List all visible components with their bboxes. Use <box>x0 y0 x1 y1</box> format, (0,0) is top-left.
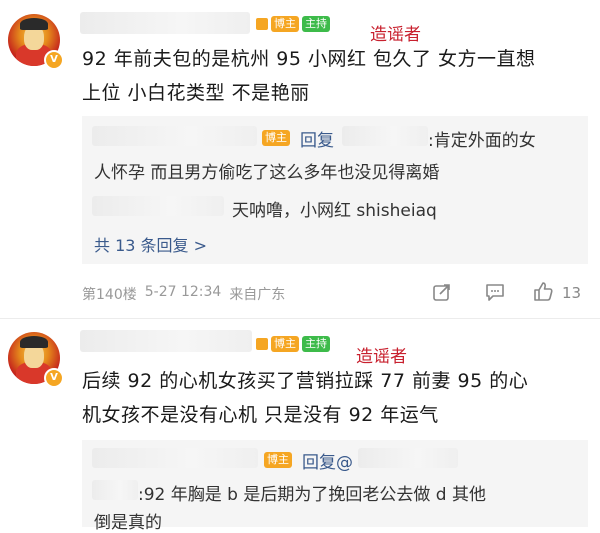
user-tags: 博主 主持 <box>256 16 330 32</box>
tag-zhuchi: 主持 <box>302 336 330 352</box>
comment-icon[interactable] <box>484 282 506 302</box>
user-tags: 博主 主持 <box>256 336 330 352</box>
thumbs-up-icon[interactable] <box>532 280 554 302</box>
comment-text-line: 机女孩不是没有心机 只是没有 92 年运气 <box>82 404 439 426</box>
verified-v-icon: V <box>44 50 64 70</box>
reply-username-redacted[interactable] <box>92 448 258 468</box>
reply-username-redacted[interactable] <box>92 196 224 216</box>
tag-bozhu: 博主 <box>271 16 299 32</box>
comment-meta: 第140楼 5-27 12:34 来自广东 <box>82 284 285 304</box>
comment-text-line: 92 年前夫包的是杭州 95 小网红 包久了 女方一直想 <box>82 48 536 70</box>
reply-keyword: 回复 <box>300 131 334 151</box>
reply-text: :92 年胸是 b 是后期为了挽回老公去做 d 其他 <box>138 485 486 505</box>
reply-text: 天呐噜，小网红 shisheiaq <box>232 201 437 221</box>
comment-text-line: 上位 小白花类型 不是艳丽 <box>82 82 310 104</box>
reply-text: 倒是真的 <box>94 513 162 533</box>
reply-username-redacted[interactable] <box>92 126 257 146</box>
more-replies-link[interactable]: 共 13 条回复 > <box>94 232 207 256</box>
tag-bozhu: 博主 <box>271 336 299 352</box>
floor-number: 第140楼 <box>82 287 137 303</box>
comment-text-line: 后续 92 的心机女孩买了营销拉踩 77 前妻 95 的心 <box>82 370 529 392</box>
crown-icon <box>256 18 268 30</box>
reply-text: 人怀孕 而且男方偷吃了这么多年也没见得离婚 <box>94 163 440 183</box>
tag-zhuchi: 主持 <box>302 16 330 32</box>
comment-date: 5-27 12:34 <box>144 284 222 300</box>
username-redacted[interactable] <box>80 12 250 34</box>
verified-v-icon: V <box>44 368 64 388</box>
tag-bozhu: 博主 <box>262 130 290 146</box>
divider <box>0 318 600 319</box>
comment-location: 来自广东 <box>229 287 286 303</box>
reply-target-redacted[interactable] <box>358 448 458 468</box>
share-icon[interactable] <box>432 282 452 302</box>
rumor-annotation: 造谣者 <box>356 347 407 367</box>
reply-keyword: 回复@ <box>302 453 353 473</box>
like-count: 13 <box>562 284 582 302</box>
reply-target-redacted[interactable] <box>342 126 428 146</box>
crown-icon <box>256 338 268 350</box>
username-redacted[interactable] <box>80 330 252 352</box>
reply-text: :肯定外面的女 <box>428 131 536 151</box>
tag-bozhu: 博主 <box>264 452 292 468</box>
rumor-annotation: 造谣者 <box>370 25 421 45</box>
reply-redacted <box>92 480 138 500</box>
